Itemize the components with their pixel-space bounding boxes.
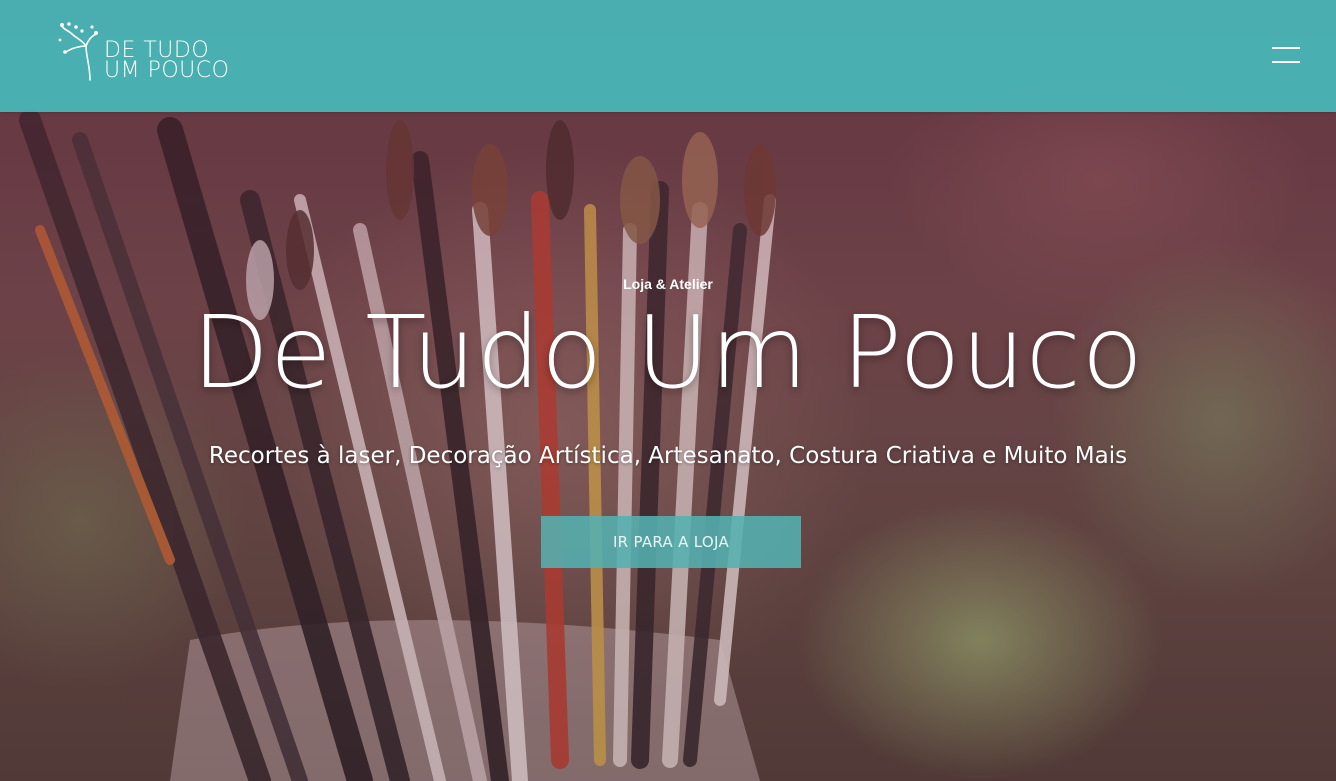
site-header: DE TUDO UM POUCO <box>0 0 1336 112</box>
page: DE TUDO UM POUCO Loja & Atelier De Tudo … <box>0 0 1336 781</box>
menu-bar-top <box>1272 47 1300 49</box>
site-logo[interactable]: DE TUDO UM POUCO <box>56 18 246 84</box>
dandelion-logo-icon <box>58 22 98 81</box>
hero-subtitle: Recortes à laser, Decoração Artística, A… <box>208 443 1128 469</box>
go-to-shop-button[interactable]: IR PARA A LOJA <box>541 516 801 568</box>
hamburger-menu-icon[interactable] <box>1272 44 1302 66</box>
hero-title: De Tudo Um Pouco <box>192 294 1144 411</box>
logo-text-line2: UM POUCO <box>104 58 230 83</box>
menu-bar-bottom <box>1272 61 1300 63</box>
